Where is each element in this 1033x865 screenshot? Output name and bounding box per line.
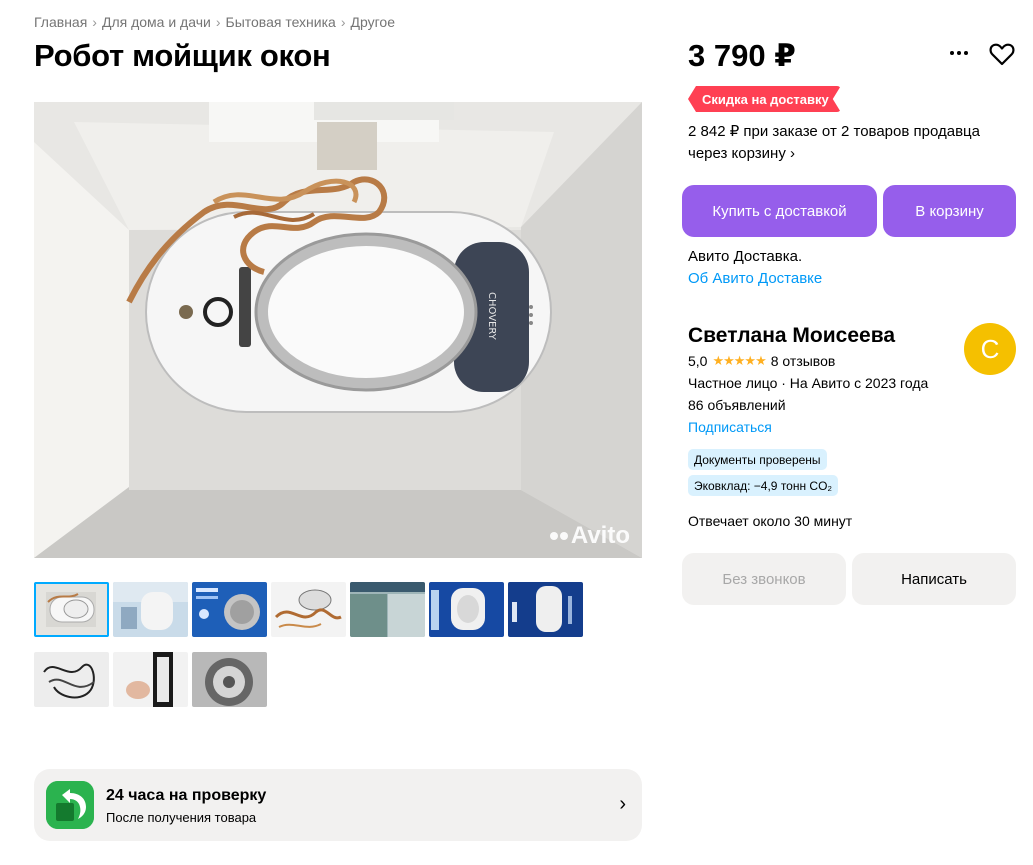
avito-watermark: Avito — [549, 522, 630, 550]
about-delivery-link[interactable]: Об Авито Доставке — [688, 270, 822, 287]
inspection-title: 24 часа на проверку — [106, 787, 267, 804]
rating-stars-icon: ★★★★★ — [712, 353, 766, 368]
inspection-banner[interactable]: 24 часа на проверку После получения това… — [34, 769, 642, 841]
inspection-subtitle: После получения товара — [106, 810, 257, 825]
breadcrumb-separator: › — [92, 14, 97, 30]
seller-type: Частное лицо · На Авито с 2023 года — [688, 375, 929, 391]
breadcrumb-item-appliances[interactable]: Бытовая техника — [226, 14, 336, 30]
subscribe-link[interactable]: Подписаться — [688, 419, 772, 435]
avito-logo-icon — [549, 532, 568, 540]
thumbnail-7[interactable] — [508, 582, 583, 637]
eco-contribution-badge[interactable]: Эковклад: −4,9 тонн CO₂ — [688, 475, 839, 496]
discount-cart-link[interactable]: через корзину › — [688, 143, 1018, 165]
product-photo-image: CHOVERY — [34, 102, 642, 558]
breadcrumb-item-other[interactable]: Другое — [351, 14, 395, 30]
favorite-heart-icon[interactable] — [988, 40, 1016, 68]
discount-info: 2 842 ₽ при заказе от 2 товаров продавца… — [688, 121, 1018, 165]
thumbnail-1[interactable] — [34, 582, 109, 637]
thumbnail-5[interactable] — [350, 582, 425, 637]
thumbnail-strip — [34, 582, 594, 707]
delivery-label: Авито Доставка. — [688, 248, 803, 265]
thumbnail-4[interactable] — [271, 582, 346, 637]
delivery-discount-badge: Скидка на доставку — [688, 86, 841, 112]
return-arrow-icon — [46, 781, 94, 829]
chevron-right-icon: › — [619, 793, 626, 815]
thumbnail-8[interactable] — [34, 652, 109, 707]
seller-name[interactable]: Светлана Моисеева — [688, 324, 895, 348]
breadcrumb-item-home-garden[interactable]: Для дома и дачи — [102, 14, 211, 30]
reviews-link[interactable]: 8 отзывов — [771, 353, 836, 369]
breadcrumb-item-home[interactable]: Главная — [34, 14, 87, 30]
page-title: Робот мойщик окон — [34, 38, 331, 73]
thumbnail-9[interactable] — [113, 652, 188, 707]
thumbnail-6[interactable] — [429, 582, 504, 637]
device-brand-label: CHOVERY — [486, 292, 497, 341]
more-options-icon[interactable] — [946, 40, 972, 66]
no-calls-button: Без звонков — [682, 553, 846, 605]
price: 3 790 ₽ — [688, 38, 796, 73]
add-to-cart-button[interactable]: В корзину — [883, 185, 1016, 237]
watermark-text: Avito — [570, 522, 630, 549]
seller-rating: 5,0 ★★★★★ 8 отзывов — [688, 353, 835, 369]
thumbnail-3[interactable] — [192, 582, 267, 637]
rating-value: 5,0 — [688, 353, 708, 369]
thumbnail-10[interactable] — [192, 652, 267, 707]
breadcrumb-separator: › — [215, 14, 221, 30]
thumbnail-2[interactable] — [113, 582, 188, 637]
seller-ads-count[interactable]: 86 объявлений — [688, 397, 786, 413]
response-time: Отвечает около 30 минут — [688, 513, 853, 529]
avatar[interactable]: С — [964, 323, 1016, 375]
breadcrumb: Главная › Для дома и дачи › Бытовая техн… — [34, 14, 395, 30]
write-message-button[interactable]: Написать — [852, 553, 1016, 605]
breadcrumb-separator: › — [340, 14, 346, 30]
buy-with-delivery-button[interactable]: Купить с доставкой — [682, 185, 877, 237]
main-photo[interactable]: CHOVERY Avito — [34, 102, 642, 558]
documents-verified-badge: Документы проверены — [688, 449, 827, 470]
discount-description: 2 842 ₽ при заказе от 2 товаров продавца — [688, 123, 980, 140]
